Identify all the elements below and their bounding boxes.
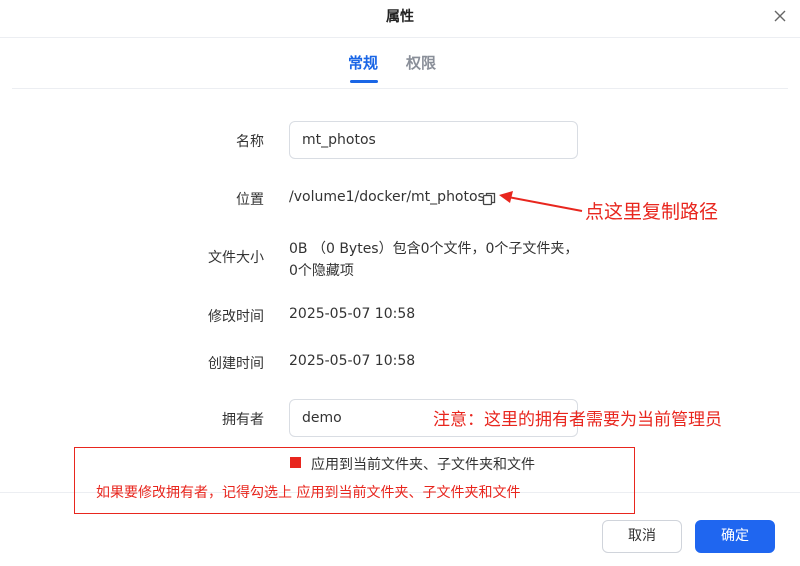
tab-permissions[interactable]: 权限 <box>406 52 436 73</box>
title-divider <box>0 37 800 38</box>
dialog-title: 属性 <box>386 9 414 25</box>
annotation-apply-note: 如果要修改拥有者，记得勾选上 应用到当前文件夹、子文件夹和文件 <box>96 485 521 501</box>
size-label: 文件大小 <box>208 250 264 266</box>
size-value: 0B （0 Bytes）包含0个文件，0个子文件夹， 0个隐藏项 <box>289 238 589 282</box>
location-value: /volume1/docker/mt_photos <box>289 189 485 205</box>
size-value-line1: 0B （0 Bytes）包含0个文件，0个子文件夹， <box>289 241 579 257</box>
tabs-divider <box>12 88 788 89</box>
size-value-line2: 0个隐藏项 <box>289 263 354 279</box>
close-button[interactable] <box>770 6 790 26</box>
annotation-highlight-box <box>74 447 635 514</box>
active-tab-indicator <box>350 80 378 83</box>
copy-path-button[interactable] <box>481 191 497 207</box>
location-label: 位置 <box>236 192 264 208</box>
owner-label: 拥有者 <box>222 412 264 428</box>
name-input[interactable]: mt_photos <box>289 121 578 159</box>
modified-label: 修改时间 <box>208 309 264 325</box>
created-value: 2025-05-07 10:58 <box>289 353 416 369</box>
ok-button[interactable]: 确定 <box>695 520 775 553</box>
copy-icon <box>482 192 496 206</box>
tab-general[interactable]: 常规 <box>348 52 378 73</box>
close-icon <box>774 10 786 22</box>
annotation-copy-path: 点这里复制路径 <box>585 201 719 223</box>
annotation-owner-note: 注意：这里的拥有者需要为当前管理员 <box>433 410 722 430</box>
created-label: 创建时间 <box>208 356 264 372</box>
properties-dialog: 属性 常规 权限 名称 mt_photos 位置 /volume1/docker… <box>0 0 800 566</box>
cancel-button[interactable]: 取消 <box>602 520 682 553</box>
modified-value: 2025-05-07 10:58 <box>289 306 416 322</box>
name-label: 名称 <box>236 134 264 150</box>
